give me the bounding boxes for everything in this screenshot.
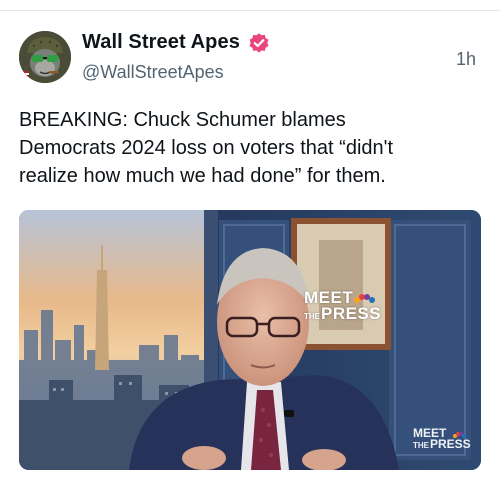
author-avatar[interactable] [19, 31, 71, 83]
meet-the-press-watermark: MEET THEPRESS [304, 288, 382, 323]
post-video-media[interactable]: MEET THEPRESS MEET THEPRESS [19, 210, 481, 470]
post-text: BREAKING: Chuck Schumer blames Democrats… [19, 109, 394, 187]
author-handle[interactable]: @WallStreetApes [82, 62, 224, 83]
post-timestamp[interactable]: 1h [456, 49, 476, 70]
author-line: Wall Street Apes [82, 31, 270, 54]
verified-badge-icon [249, 32, 269, 53]
author-display-name[interactable]: Wall Street Apes [82, 31, 240, 54]
post-card[interactable]: Wall Street Apes @WallStreetApes 1h BREA… [0, 11, 500, 480]
meet-the-press-corner-logo: MEET THEPRESS [413, 426, 471, 451]
ape-avatar-icon [19, 31, 71, 83]
video-still-image [19, 210, 481, 470]
